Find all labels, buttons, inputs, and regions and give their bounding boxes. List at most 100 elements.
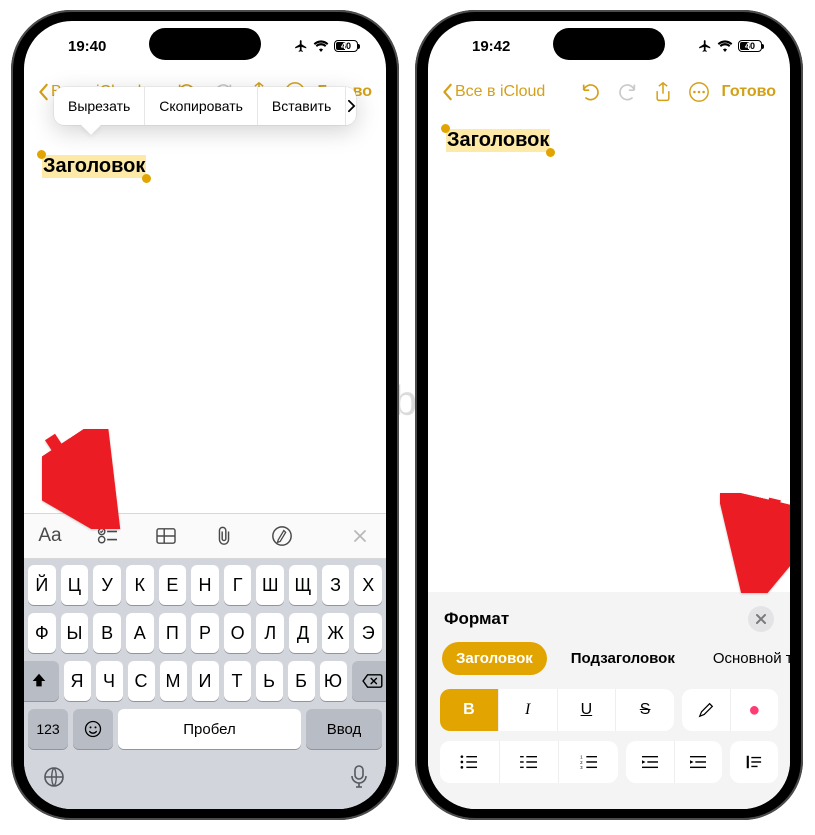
pencil-icon bbox=[697, 701, 715, 719]
style-heading[interactable]: Заголовок bbox=[442, 642, 547, 675]
context-menu: Вырезать Скопировать Вставить bbox=[54, 87, 356, 125]
key-З[interactable]: З bbox=[322, 565, 350, 605]
key-В[interactable]: В bbox=[93, 613, 121, 653]
key-Ы[interactable]: Ы bbox=[61, 613, 89, 653]
outdent-button[interactable] bbox=[626, 741, 675, 783]
key-Л[interactable]: Л bbox=[256, 613, 284, 653]
redo-button[interactable] bbox=[610, 77, 644, 107]
text-color-button[interactable] bbox=[682, 689, 731, 731]
done-button[interactable]: Готово bbox=[722, 83, 776, 101]
keyboard-row-3: ЯЧСМИТЬБЮ bbox=[28, 661, 382, 701]
format-panel: Формат Заголовок Подзаголовок Основной т… bbox=[428, 592, 790, 809]
keyboard-row-4: 123 Пробел Ввод bbox=[28, 709, 382, 749]
note-body[interactable]: Заголовок bbox=[428, 113, 790, 168]
key-Я[interactable]: Я bbox=[64, 661, 91, 701]
dashed-list-button[interactable] bbox=[500, 741, 560, 783]
key-О[interactable]: О bbox=[224, 613, 252, 653]
text-style-segment: B I U S bbox=[440, 689, 674, 731]
context-more[interactable] bbox=[346, 99, 356, 113]
selection-handle-start[interactable] bbox=[441, 124, 450, 133]
back-button[interactable]: Все в iCloud bbox=[442, 83, 545, 101]
key-М[interactable]: М bbox=[160, 661, 187, 701]
format-style-chips[interactable]: Заголовок Подзаголовок Основной текст bbox=[428, 642, 790, 689]
key-Ю[interactable]: Ю bbox=[320, 661, 347, 701]
key-Ь[interactable]: Ь bbox=[256, 661, 283, 701]
key-У[interactable]: У bbox=[93, 565, 121, 605]
airplane-icon bbox=[698, 39, 712, 53]
underline-button[interactable]: U bbox=[558, 689, 617, 731]
note-body[interactable]: Заголовок bbox=[24, 139, 386, 194]
key-Н[interactable]: Н bbox=[191, 565, 219, 605]
context-cut[interactable]: Вырезать bbox=[54, 87, 145, 125]
key-Ч[interactable]: Ч bbox=[96, 661, 123, 701]
context-copy[interactable]: Скопировать bbox=[145, 87, 258, 125]
emoji-key[interactable] bbox=[73, 709, 113, 749]
svg-text:1: 1 bbox=[580, 754, 583, 759]
globe-key[interactable] bbox=[42, 765, 66, 795]
format-title: Формат bbox=[444, 609, 509, 629]
key-И[interactable]: И bbox=[192, 661, 219, 701]
key-Д[interactable]: Д bbox=[289, 613, 317, 653]
style-body[interactable]: Основной текст bbox=[699, 642, 790, 675]
key-Щ[interactable]: Щ bbox=[289, 565, 317, 605]
more-button[interactable] bbox=[682, 77, 716, 107]
key-Р[interactable]: Р bbox=[191, 613, 219, 653]
annotation-arrow bbox=[42, 429, 122, 529]
attachment-button[interactable] bbox=[210, 522, 238, 550]
selected-heading[interactable]: Заголовок bbox=[42, 155, 146, 178]
key-Г[interactable]: Г bbox=[224, 565, 252, 605]
nav-bar: Все в iCloud Готово bbox=[428, 71, 790, 113]
format-close-button[interactable] bbox=[748, 606, 774, 632]
numbers-key[interactable]: 123 bbox=[28, 709, 68, 749]
heading-text: Заголовок bbox=[43, 155, 145, 177]
selected-heading[interactable]: Заголовок bbox=[446, 129, 550, 152]
phone-left: 19:40 40 Все в iCloud Готово bbox=[11, 10, 399, 820]
key-Т[interactable]: Т bbox=[224, 661, 251, 701]
selection-handle-end[interactable] bbox=[142, 174, 151, 183]
key-А[interactable]: А bbox=[126, 613, 154, 653]
indent-button[interactable] bbox=[675, 741, 723, 783]
key-К[interactable]: К bbox=[126, 565, 154, 605]
close-accessory-button[interactable] bbox=[346, 522, 374, 550]
list-segment: 123 bbox=[440, 741, 618, 783]
key-Х[interactable]: Х bbox=[354, 565, 382, 605]
key-Ш[interactable]: Ш bbox=[256, 565, 284, 605]
wifi-icon bbox=[717, 40, 733, 52]
selection-handle-start[interactable] bbox=[37, 150, 46, 159]
numbered-list-button[interactable]: 123 bbox=[559, 741, 618, 783]
key-Б[interactable]: Б bbox=[288, 661, 315, 701]
key-Ц[interactable]: Ц bbox=[61, 565, 89, 605]
shift-key[interactable] bbox=[24, 661, 59, 701]
keyboard-row-2: ФЫВАПРОЛДЖЭ bbox=[28, 613, 382, 653]
selection-handle-end[interactable] bbox=[546, 148, 555, 157]
key-Й[interactable]: Й bbox=[28, 565, 56, 605]
markup-button[interactable] bbox=[268, 522, 296, 550]
close-icon bbox=[755, 613, 767, 625]
key-Е[interactable]: Е bbox=[159, 565, 187, 605]
key-П[interactable]: П bbox=[159, 613, 187, 653]
style-subheading[interactable]: Подзаголовок bbox=[557, 642, 689, 675]
airplane-icon bbox=[294, 39, 308, 53]
table-button[interactable] bbox=[152, 522, 180, 550]
dictation-key[interactable] bbox=[350, 765, 368, 795]
key-Ж[interactable]: Ж bbox=[322, 613, 350, 653]
share-button[interactable] bbox=[646, 77, 680, 107]
battery-icon: 40 bbox=[738, 40, 762, 52]
strikethrough-button[interactable]: S bbox=[616, 689, 674, 731]
key-С[interactable]: С bbox=[128, 661, 155, 701]
key-Ф[interactable]: Ф bbox=[28, 613, 56, 653]
italic-button[interactable]: I bbox=[499, 689, 558, 731]
undo-button[interactable] bbox=[574, 77, 608, 107]
dynamic-island bbox=[149, 28, 261, 60]
space-key[interactable]: Пробел bbox=[118, 709, 301, 749]
bold-button[interactable]: B bbox=[440, 689, 499, 731]
highlight-color-button[interactable]: ● bbox=[731, 689, 779, 731]
block-quote-button[interactable] bbox=[730, 741, 778, 783]
keyboard-row-1: ЙЦУКЕНГШЩЗХ bbox=[28, 565, 382, 605]
context-paste[interactable]: Вставить bbox=[258, 87, 346, 125]
key-Э[interactable]: Э bbox=[354, 613, 382, 653]
back-label: Все в iCloud bbox=[455, 83, 545, 101]
bulleted-list-button[interactable] bbox=[440, 741, 500, 783]
backspace-key[interactable] bbox=[352, 661, 387, 701]
return-key[interactable]: Ввод bbox=[306, 709, 382, 749]
